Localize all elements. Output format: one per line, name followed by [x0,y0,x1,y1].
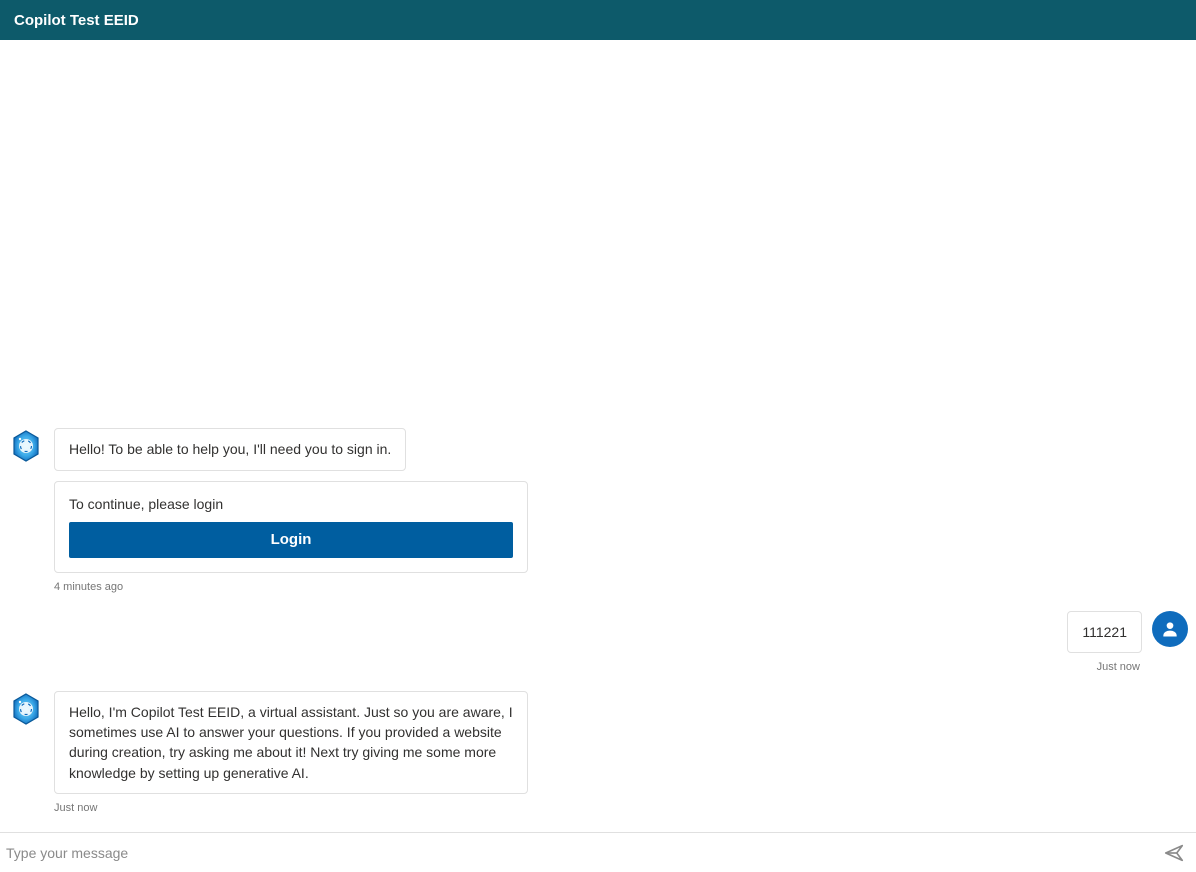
bot-timestamp: 4 minutes ago [54,581,1188,593]
user-message-bubble: 111221 [1067,611,1142,653]
login-card: To continue, please login Login [54,481,528,573]
messages-list: Hello! To be able to help you, I'll need… [0,418,1196,832]
user-message-text: 111221 [1082,624,1127,640]
message-row-bot: Hello! To be able to help you, I'll need… [8,428,1188,470]
bot-message-text: Hello! To be able to help you, I'll need… [69,441,391,457]
user-timestamp: Just now [8,661,1140,673]
chat-area: Hello! To be able to help you, I'll need… [0,40,1196,832]
send-icon [1163,842,1185,864]
user-avatar [1152,611,1188,647]
bot-message-text: Hello, I'm Copilot Test EEID, a virtual … [69,704,513,781]
bot-timestamp: Just now [54,802,1188,814]
bot-avatar [8,691,44,727]
bot-message-bubble: Hello! To be able to help you, I'll need… [54,428,406,470]
app-title: Copilot Test EEID [14,12,139,29]
message-row-user: 111221 [8,611,1188,653]
app-header: Copilot Test EEID [0,0,1196,40]
message-row-bot: Hello, I'm Copilot Test EEID, a virtual … [8,691,1188,794]
bot-message-bubble: Hello, I'm Copilot Test EEID, a virtual … [54,691,528,794]
login-prompt-text: To continue, please login [69,496,513,512]
message-input[interactable] [0,833,1156,872]
login-button[interactable]: Login [69,522,513,558]
person-icon [1160,619,1180,639]
send-button[interactable] [1156,835,1192,871]
input-bar [0,832,1196,872]
copilot-icon [8,691,44,727]
bot-avatar [8,428,44,464]
copilot-icon [8,428,44,464]
